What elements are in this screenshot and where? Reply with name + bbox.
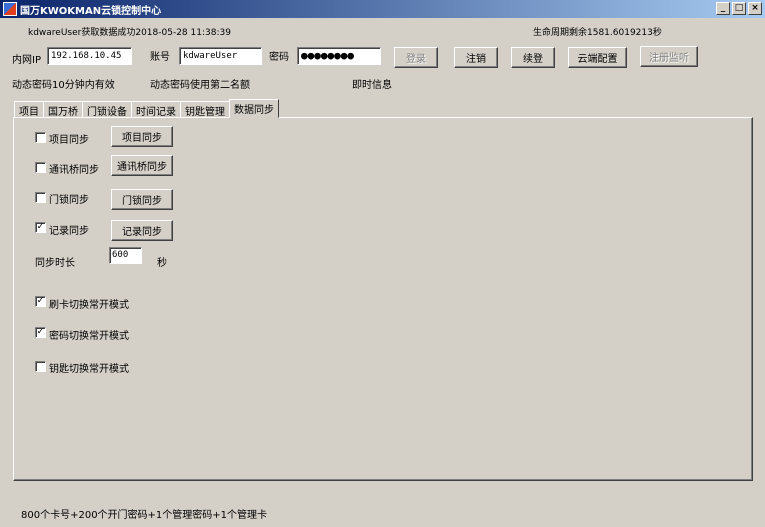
- tab-bar: 项目 国万桥 门锁设备 时间记录 钥匙管理 数据同步: [14, 99, 279, 118]
- record-sync-button[interactable]: 记录同步: [111, 220, 173, 241]
- dynamic-valid-text: 动态密码10分钟内有效: [12, 80, 115, 91]
- bridge-sync-button[interactable]: 通讯桥同步: [111, 155, 173, 176]
- card-mode-checkbox[interactable]: ✓: [35, 296, 46, 307]
- close-button[interactable]: ×: [748, 2, 762, 15]
- tab-project[interactable]: 项目: [14, 101, 44, 118]
- realtime-info-text: 即时信息: [352, 80, 392, 91]
- tab-data-sync[interactable]: 数据同步: [229, 99, 279, 118]
- sync-duration-input[interactable]: 600: [109, 247, 142, 264]
- login-button[interactable]: 登录: [394, 47, 438, 68]
- account-input[interactable]: kdwareUser: [179, 47, 262, 65]
- cloud-config-button[interactable]: 云端配置: [568, 47, 627, 68]
- card-mode-label: 刷卡切换常开模式: [49, 300, 129, 311]
- sync-duration-label: 同步时长: [35, 258, 75, 269]
- app-icon: [3, 2, 17, 16]
- project-sync-button[interactable]: 项目同步: [111, 126, 173, 147]
- tab-key-management[interactable]: 钥匙管理: [180, 101, 230, 118]
- minimize-icon: _: [720, 3, 726, 13]
- capacity-text: 800个卡号+200个开门密码+1个管理密码+1个管理卡: [21, 510, 268, 521]
- record-sync-label: 记录同步: [49, 226, 89, 237]
- lock-sync-button[interactable]: 门锁同步: [111, 189, 173, 210]
- tab-bridge[interactable]: 国万桥: [43, 101, 83, 118]
- project-sync-label: 项目同步: [49, 135, 89, 146]
- account-label: 账号: [150, 52, 170, 63]
- dynamic-second-text: 动态密码使用第二名额: [150, 80, 250, 91]
- project-sync-checkbox[interactable]: [35, 132, 46, 143]
- password-input[interactable]: ●●●●●●●●: [297, 47, 381, 65]
- register-listen-button[interactable]: 注册监听: [640, 46, 698, 67]
- lock-sync-checkbox[interactable]: [35, 192, 46, 203]
- status-message: kdwareUser获取数据成功2018-05-28 11:38:39: [28, 28, 231, 38]
- logout-button[interactable]: 注销: [454, 47, 498, 68]
- key-mode-label: 钥匙切换常开模式: [49, 364, 129, 375]
- close-icon: ×: [751, 3, 759, 13]
- key-mode-checkbox[interactable]: [35, 361, 46, 372]
- password-mode-label: 密码切换常开模式: [49, 331, 129, 342]
- tab-time-records[interactable]: 时间记录: [131, 101, 181, 118]
- ip-label: 内网IP: [12, 55, 41, 66]
- window-title: 国万KWOKMAN云锁控制中心: [20, 5, 162, 17]
- minimize-button[interactable]: _: [716, 2, 730, 15]
- record-sync-checkbox[interactable]: ✓: [35, 222, 46, 233]
- password-mode-checkbox[interactable]: ✓: [35, 327, 46, 338]
- bridge-sync-label: 通讯桥同步: [49, 165, 99, 176]
- password-label: 密码: [269, 52, 289, 63]
- title-bar: 国万KWOKMAN云锁控制中心 _ □ ×: [0, 0, 765, 18]
- maximize-icon: □: [734, 3, 744, 13]
- tab-lock-devices[interactable]: 门锁设备: [82, 101, 132, 118]
- maximize-button[interactable]: □: [732, 2, 746, 15]
- renew-button[interactable]: 续登: [511, 47, 555, 68]
- bridge-sync-checkbox[interactable]: [35, 162, 46, 173]
- ip-input[interactable]: 192.168.10.45: [47, 47, 132, 65]
- lock-sync-label: 门锁同步: [49, 195, 89, 206]
- sync-duration-unit: 秒: [157, 258, 167, 269]
- lifecycle-text: 生命周期剩余1581.6019213秒: [533, 28, 662, 38]
